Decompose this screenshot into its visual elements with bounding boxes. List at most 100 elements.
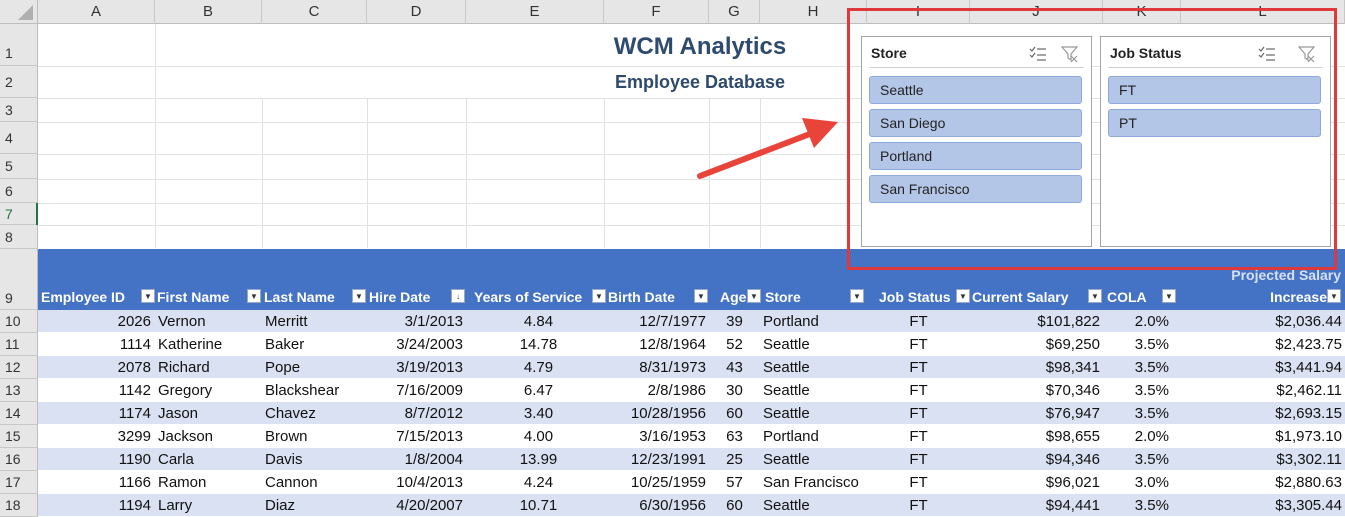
cell-hire-date[interactable]: 7/16/2009: [367, 379, 466, 401]
cell-age[interactable]: 60: [709, 494, 760, 516]
cell-birth-date[interactable]: 3/16/1953: [604, 425, 709, 447]
cell-first-name[interactable]: Ramon: [155, 471, 262, 493]
header-store[interactable]: Store: [763, 286, 843, 308]
column-header-f[interactable]: F: [604, 0, 709, 24]
cell-years-of-service[interactable]: 6.47: [466, 379, 604, 401]
slicer-item-san-diego[interactable]: San Diego: [869, 109, 1082, 137]
cell-first-name[interactable]: Richard: [155, 356, 262, 378]
cell-age[interactable]: 57: [709, 471, 760, 493]
header-projected-salary-increase[interactable]: Increase: [1181, 286, 1329, 308]
cell-hire-date[interactable]: 10/4/2013: [367, 471, 466, 493]
cell-birth-date[interactable]: 10/28/1956: [604, 402, 709, 424]
cell-age[interactable]: 39: [709, 310, 760, 332]
row-header-10[interactable]: 10: [0, 310, 38, 333]
cell-first-name[interactable]: Jason: [155, 402, 262, 424]
cell-projected-increase[interactable]: $3,302.11: [1181, 448, 1345, 470]
row-header-11[interactable]: 11: [0, 333, 38, 356]
job-status-slicer[interactable]: Job Status FT PT: [1100, 36, 1331, 247]
row-header-18[interactable]: 18: [0, 494, 38, 517]
row-header-9[interactable]: 9: [0, 249, 38, 310]
cell-cola[interactable]: 3.5%: [1103, 333, 1181, 355]
cell-current-salary[interactable]: $94,441: [970, 494, 1103, 516]
cell-last-name[interactable]: Diaz: [262, 494, 367, 516]
cell-cola[interactable]: 3.5%: [1103, 356, 1181, 378]
slicer-item-san-francisco[interactable]: San Francisco: [869, 175, 1082, 203]
cell-projected-increase[interactable]: $2,423.75: [1181, 333, 1345, 355]
cell-birth-date[interactable]: 10/25/1959: [604, 471, 709, 493]
cell-cola[interactable]: 3.5%: [1103, 402, 1181, 424]
row-header-7[interactable]: 7: [0, 203, 38, 225]
row-header-3[interactable]: 3: [0, 98, 38, 122]
cell-current-salary[interactable]: $94,346: [970, 448, 1103, 470]
cell-employee-id[interactable]: 1142: [38, 379, 154, 401]
cell-employee-id[interactable]: 2078: [38, 356, 154, 378]
cell-job-status[interactable]: FT: [867, 379, 970, 401]
cell-first-name[interactable]: Carla: [155, 448, 262, 470]
slicer-item-pt[interactable]: PT: [1108, 109, 1321, 137]
cell-cola[interactable]: 3.5%: [1103, 379, 1181, 401]
multi-select-icon[interactable]: [1258, 45, 1276, 63]
cell-first-name[interactable]: Katherine: [155, 333, 262, 355]
cell-first-name[interactable]: Gregory: [155, 379, 262, 401]
filter-dropdown-icon[interactable]: ▼: [247, 289, 261, 303]
cell-employee-id[interactable]: 1166: [38, 471, 154, 493]
cell-store[interactable]: Seattle: [760, 402, 867, 424]
cell-age[interactable]: 52: [709, 333, 760, 355]
cell-first-name[interactable]: Vernon: [155, 310, 262, 332]
filter-dropdown-icon[interactable]: ▼: [1162, 289, 1176, 303]
cell-birth-date[interactable]: 12/7/1977: [604, 310, 709, 332]
cell-current-salary[interactable]: $76,947: [970, 402, 1103, 424]
cell-last-name[interactable]: Chavez: [262, 402, 367, 424]
cell-last-name[interactable]: Pope: [262, 356, 367, 378]
cell-job-status[interactable]: FT: [867, 402, 970, 424]
filter-dropdown-icon[interactable]: ▼: [694, 289, 708, 303]
cell-age[interactable]: 30: [709, 379, 760, 401]
cell-store[interactable]: Portland: [760, 425, 867, 447]
cell-last-name[interactable]: Merritt: [262, 310, 367, 332]
cell-current-salary[interactable]: $70,346: [970, 379, 1103, 401]
cell-cola[interactable]: 3.5%: [1103, 494, 1181, 516]
column-header-g[interactable]: G: [709, 0, 760, 24]
cell-hire-date[interactable]: 3/1/2013: [367, 310, 466, 332]
cell-projected-increase[interactable]: $2,462.11: [1181, 379, 1345, 401]
cell-current-salary[interactable]: $96,021: [970, 471, 1103, 493]
header-cola[interactable]: COLA: [1105, 286, 1155, 308]
cell-current-salary[interactable]: $101,822: [970, 310, 1103, 332]
cell-employee-id[interactable]: 3299: [38, 425, 154, 447]
cell-job-status[interactable]: FT: [867, 471, 970, 493]
header-years-of-service[interactable]: Years of Service: [472, 286, 592, 308]
cell-current-salary[interactable]: $69,250: [970, 333, 1103, 355]
cell-current-salary[interactable]: $98,341: [970, 356, 1103, 378]
cell-age[interactable]: 43: [709, 356, 760, 378]
filter-dropdown-icon[interactable]: ▼: [956, 289, 970, 303]
cell-last-name[interactable]: Davis: [262, 448, 367, 470]
filter-dropdown-icon[interactable]: ▼: [1088, 289, 1102, 303]
slicer-item-seattle[interactable]: Seattle: [869, 76, 1082, 104]
cell-job-status[interactable]: FT: [867, 494, 970, 516]
cell-first-name[interactable]: Jackson: [155, 425, 262, 447]
cell-last-name[interactable]: Baker: [262, 333, 367, 355]
filter-dropdown-icon[interactable]: ▼: [592, 289, 606, 303]
cell-current-salary[interactable]: $98,655: [970, 425, 1103, 447]
cell-store[interactable]: Portland: [760, 310, 867, 332]
row-header-13[interactable]: 13: [0, 379, 38, 402]
header-last-name[interactable]: Last Name: [262, 286, 352, 308]
filter-dropdown-icon[interactable]: ▼: [850, 289, 864, 303]
cell-job-status[interactable]: FT: [867, 448, 970, 470]
cell-hire-date[interactable]: 4/20/2007: [367, 494, 466, 516]
cell-store[interactable]: Seattle: [760, 494, 867, 516]
filter-dropdown-icon[interactable]: ▼: [1327, 289, 1341, 303]
cell-last-name[interactable]: Blackshear: [262, 379, 367, 401]
cell-employee-id[interactable]: 1194: [38, 494, 154, 516]
cell-hire-date[interactable]: 7/15/2013: [367, 425, 466, 447]
cell-years-of-service[interactable]: 14.78: [466, 333, 604, 355]
cell-projected-increase[interactable]: $1,973.10: [1181, 425, 1345, 447]
cell-cola[interactable]: 2.0%: [1103, 310, 1181, 332]
header-birth-date[interactable]: Birth Date: [606, 286, 694, 308]
cell-years-of-service[interactable]: 4.00: [466, 425, 604, 447]
cell-job-status[interactable]: FT: [867, 356, 970, 378]
header-current-salary[interactable]: Current Salary: [970, 286, 1088, 308]
cell-years-of-service[interactable]: 4.24: [466, 471, 604, 493]
clear-filter-icon[interactable]: [1298, 45, 1316, 63]
header-hire-date[interactable]: Hire Date: [367, 286, 451, 308]
